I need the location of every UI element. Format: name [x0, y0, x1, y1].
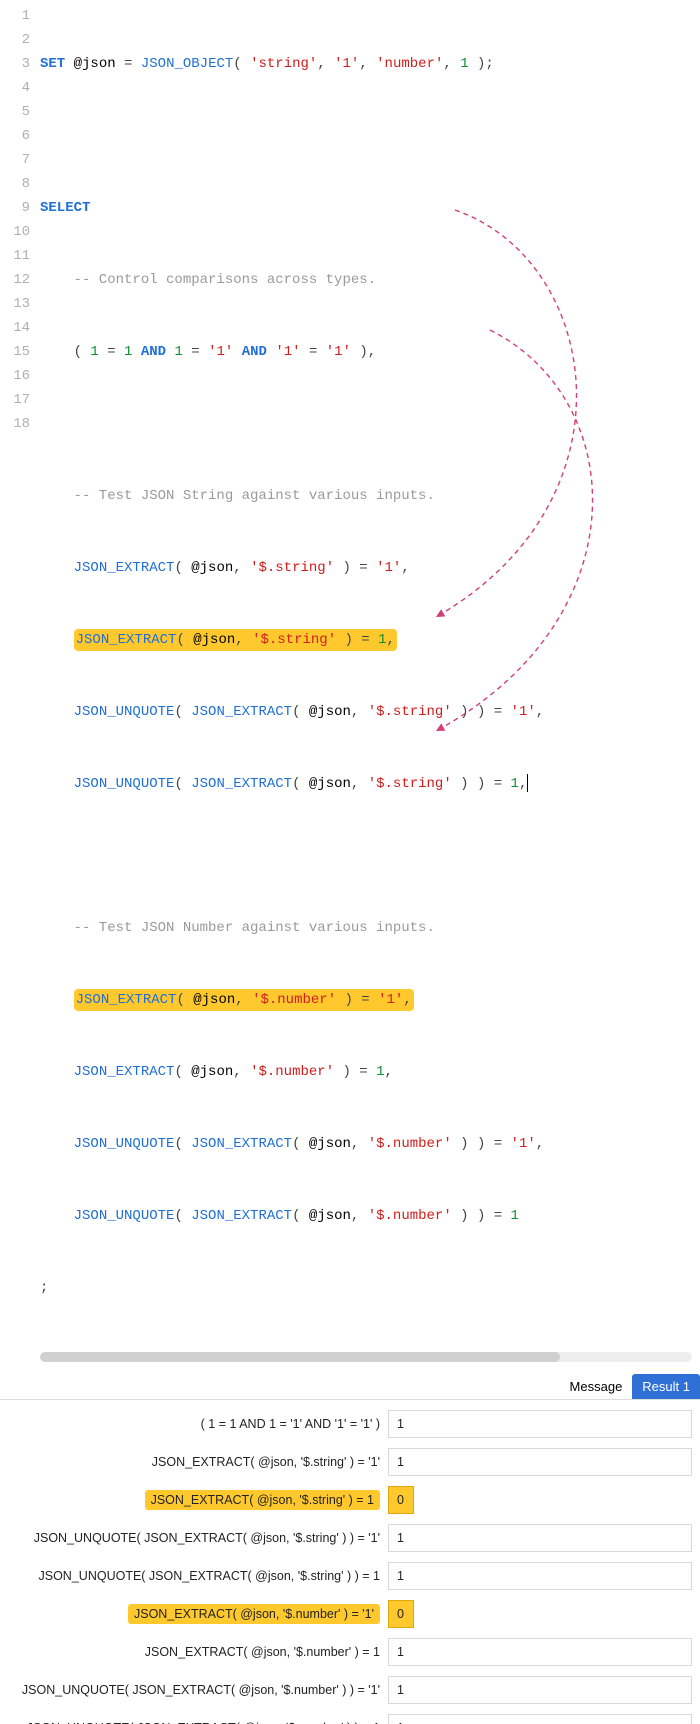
code-content[interactable]: SET @json = JSON_OBJECT( 'string', '1', … — [40, 4, 700, 1348]
code-line: ; — [40, 1276, 700, 1300]
result-row: ( 1 = 1 AND 1 = '1' AND '1' = '1' )1 — [0, 1410, 692, 1438]
result-value[interactable]: 1 — [388, 1562, 692, 1590]
code-line: JSON_EXTRACT( @json, '$.string' ) = '1', — [40, 556, 700, 580]
result-tabs: Message Result 1 — [0, 1374, 700, 1400]
code-line: SELECT — [40, 196, 700, 220]
line-number: 1 — [0, 4, 30, 28]
line-number: 11 — [0, 244, 30, 268]
code-line: JSON_UNQUOTE( JSON_EXTRACT( @json, '$.st… — [40, 772, 700, 796]
line-number: 3 — [0, 52, 30, 76]
line-number: 10 — [0, 220, 30, 244]
result-row: JSON_UNQUOTE( JSON_EXTRACT( @json, '$.st… — [0, 1562, 692, 1590]
result-value[interactable]: 0 — [388, 1486, 414, 1514]
result-row: JSON_UNQUOTE( JSON_EXTRACT( @json, '$.nu… — [0, 1714, 692, 1724]
line-number: 4 — [0, 76, 30, 100]
code-line: JSON_UNQUOTE( JSON_EXTRACT( @json, '$.nu… — [40, 1204, 700, 1228]
tab-result-1[interactable]: Result 1 — [632, 1374, 700, 1399]
result-value[interactable]: 0 — [388, 1600, 414, 1628]
horizontal-scrollbar[interactable] — [40, 1352, 692, 1362]
tab-message[interactable]: Message — [560, 1374, 633, 1399]
code-line: SET @json = JSON_OBJECT( 'string', '1', … — [40, 52, 700, 76]
line-number: 18 — [0, 412, 30, 436]
code-line-highlight: JSON_EXTRACT( @json, '$.number' ) = '1', — [40, 988, 700, 1012]
code-line: -- Test JSON String against various inpu… — [40, 484, 700, 508]
line-number: 8 — [0, 172, 30, 196]
code-line: JSON_UNQUOTE( JSON_EXTRACT( @json, '$.st… — [40, 700, 700, 724]
results-panel: ( 1 = 1 AND 1 = '1' AND '1' = '1' )1JSON… — [0, 1400, 700, 1724]
result-label: ( 1 = 1 AND 1 = '1' AND '1' = '1' ) — [0, 1417, 388, 1431]
code-editor[interactable]: 1 2 3 4 5 6 7 8 9 10 11 12 13 14 15 16 1… — [0, 0, 700, 1348]
result-label: JSON_UNQUOTE( JSON_EXTRACT( @json, '$.nu… — [0, 1721, 388, 1724]
line-number: 16 — [0, 364, 30, 388]
scrollbar-thumb[interactable] — [40, 1352, 560, 1362]
result-row: JSON_EXTRACT( @json, '$.string' ) = '1'1 — [0, 1448, 692, 1476]
result-row: JSON_EXTRACT( @json, '$.string' ) = 10 — [0, 1486, 692, 1514]
result-value[interactable]: 1 — [388, 1410, 692, 1438]
result-row: JSON_UNQUOTE( JSON_EXTRACT( @json, '$.st… — [0, 1524, 692, 1552]
code-line: -- Control comparisons across types. — [40, 268, 700, 292]
result-row: JSON_EXTRACT( @json, '$.number' ) = 11 — [0, 1638, 692, 1666]
result-label: JSON_UNQUOTE( JSON_EXTRACT( @json, '$.nu… — [0, 1683, 388, 1697]
result-label: JSON_UNQUOTE( JSON_EXTRACT( @json, '$.st… — [0, 1531, 388, 1545]
line-number: 15 — [0, 340, 30, 364]
result-value[interactable]: 1 — [388, 1524, 692, 1552]
line-number: 14 — [0, 316, 30, 340]
code-line: ( 1 = 1 AND 1 = '1' AND '1' = '1' ), — [40, 340, 700, 364]
result-label: JSON_EXTRACT( @json, '$.number' ) = 1 — [0, 1645, 388, 1659]
code-line: -- Test JSON Number against various inpu… — [40, 916, 700, 940]
line-number: 13 — [0, 292, 30, 316]
result-value[interactable]: 1 — [388, 1638, 692, 1666]
line-number: 9 — [0, 196, 30, 220]
result-value[interactable]: 1 — [388, 1676, 692, 1704]
result-row: JSON_EXTRACT( @json, '$.number' ) = '1'0 — [0, 1600, 692, 1628]
line-number: 6 — [0, 124, 30, 148]
code-line: JSON_UNQUOTE( JSON_EXTRACT( @json, '$.nu… — [40, 1132, 700, 1156]
line-number: 2 — [0, 28, 30, 52]
line-number: 5 — [0, 100, 30, 124]
code-line-highlight: JSON_EXTRACT( @json, '$.string' ) = 1, — [40, 628, 700, 652]
result-row: JSON_UNQUOTE( JSON_EXTRACT( @json, '$.nu… — [0, 1676, 692, 1704]
result-label: JSON_UNQUOTE( JSON_EXTRACT( @json, '$.st… — [0, 1569, 388, 1583]
result-value[interactable]: 1 — [388, 1448, 692, 1476]
line-number: 17 — [0, 388, 30, 412]
code-line: JSON_EXTRACT( @json, '$.number' ) = 1, — [40, 1060, 700, 1084]
line-number: 12 — [0, 268, 30, 292]
result-label: JSON_EXTRACT( @json, '$.string' ) = '1' — [0, 1455, 388, 1469]
text-cursor — [527, 774, 528, 792]
result-label: JSON_EXTRACT( @json, '$.number' ) = '1' — [0, 1607, 388, 1621]
line-number-gutter: 1 2 3 4 5 6 7 8 9 10 11 12 13 14 15 16 1… — [0, 4, 40, 1348]
line-number: 7 — [0, 148, 30, 172]
result-label: JSON_EXTRACT( @json, '$.string' ) = 1 — [0, 1493, 388, 1507]
result-value[interactable]: 1 — [388, 1714, 692, 1724]
